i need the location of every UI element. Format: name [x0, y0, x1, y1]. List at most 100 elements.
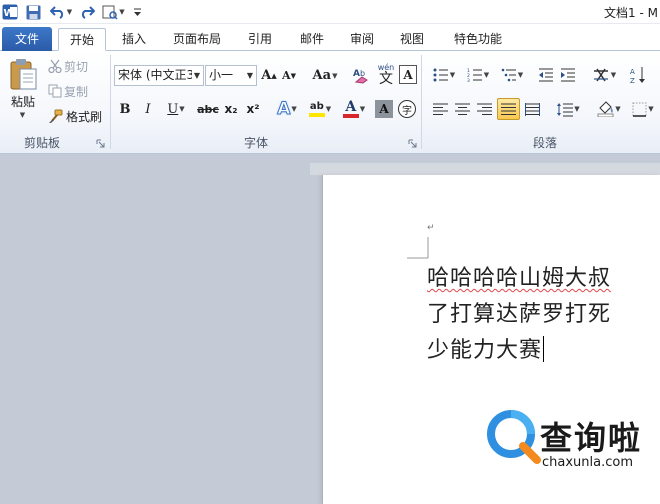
increase-indent-button[interactable]	[558, 65, 578, 85]
font-size-combo[interactable]: 小一 ▼	[205, 65, 257, 86]
document-line-2[interactable]: 了打算达萨罗打死	[427, 296, 611, 328]
align-center-button[interactable]	[452, 99, 472, 119]
watermark: 查询啦 chaxunla.com	[485, 405, 660, 475]
subscript-button[interactable]: x₂	[221, 99, 241, 119]
enclose-characters-button[interactable]: 字	[398, 100, 416, 118]
ribbon: 粘贴 ▼ 剪切 复制 格式刷 剪贴板 宋体 (中文正3 ▼ 小一 ▼ A ▲ A ▼…	[0, 51, 660, 154]
numbering-button[interactable]: 1 2 3 ▼	[462, 65, 494, 85]
window-title: 文档1 - M	[604, 6, 658, 20]
borders-button[interactable]: ▼	[628, 98, 658, 120]
paragraph-mark-icon: ↵	[427, 223, 435, 233]
svg-text:W: W	[4, 8, 15, 19]
clear-formatting-button[interactable]: Ab	[351, 63, 371, 87]
multilevel-list-button[interactable]: ▼	[496, 65, 528, 85]
highlight-glyph: ab	[308, 101, 325, 117]
highlight-label: ab	[309, 101, 324, 112]
change-case-label: Aa	[312, 68, 332, 83]
word-app-icon[interactable]: W	[1, 2, 19, 22]
line-spacing-button[interactable]: ▼	[553, 98, 583, 120]
text-effects-label: A	[277, 99, 291, 120]
tab-page-layout[interactable]: 页面布局	[166, 28, 228, 51]
font-color-label: A	[345, 99, 357, 115]
print-dropdown-icon[interactable]: ▼	[119, 8, 124, 16]
bullets-button[interactable]: ▼	[428, 65, 460, 85]
chinese-layout-button[interactable]: ▼	[588, 64, 620, 86]
tab-file[interactable]: 文件	[2, 27, 52, 51]
save-icon[interactable]	[24, 2, 42, 22]
cut-button[interactable]: 剪切	[64, 57, 88, 75]
svg-text:3: 3	[467, 78, 470, 82]
document-line-1-text: 哈哈哈哈山姆大叔	[427, 266, 612, 291]
shrink-font-label: A	[282, 69, 291, 82]
copy-button[interactable]: 复制	[64, 82, 88, 100]
distributed-button[interactable]	[522, 99, 542, 119]
tab-references[interactable]: 引用	[240, 28, 280, 51]
character-border-button[interactable]: A	[399, 65, 417, 84]
tab-special-features[interactable]: 特色功能	[446, 28, 510, 51]
undo-dropdown-icon[interactable]: ▼	[67, 8, 72, 16]
clipboard-launcher-icon[interactable]	[96, 137, 105, 148]
paste-icon[interactable]	[6, 55, 40, 95]
multilevel-list-dropdown-icon: ▼	[517, 71, 524, 79]
svg-text:Z: Z	[630, 77, 635, 84]
tab-home[interactable]: 开始	[58, 28, 106, 51]
italic-button[interactable]: I	[139, 99, 157, 119]
customize-quick-access-icon[interactable]	[131, 2, 143, 22]
change-case-button[interactable]: Aa ▼	[310, 65, 340, 86]
document-line-1[interactable]: 哈哈哈哈山姆大叔	[427, 260, 611, 292]
numbering-dropdown-icon: ▼	[483, 71, 490, 79]
bold-button[interactable]: B	[116, 99, 134, 119]
align-right-button[interactable]	[474, 99, 494, 119]
tab-mailings[interactable]: 邮件	[292, 28, 332, 51]
document-line-3-text: 少能力大赛	[427, 338, 543, 363]
group-divider	[110, 55, 111, 149]
cut-icon[interactable]	[46, 57, 64, 75]
print-preview-button[interactable]: ▼	[100, 2, 126, 22]
enclose-characters-label: 字	[402, 105, 412, 117]
underline-button[interactable]: U ▼	[162, 99, 190, 119]
redo-button[interactable]	[78, 2, 96, 22]
grow-font-button[interactable]: A ▲	[260, 65, 278, 86]
font-name-combo[interactable]: 宋体 (中文正3 ▼	[114, 65, 204, 86]
format-painter-icon[interactable]	[46, 107, 64, 125]
font-name-dropdown-icon[interactable]: ▼	[194, 66, 200, 85]
tab-view[interactable]: 视图	[392, 28, 432, 51]
paste-dropdown-icon[interactable]: ▼	[16, 109, 28, 121]
undo-button[interactable]: ▼	[46, 2, 76, 22]
change-case-dropdown-icon: ▼	[332, 71, 338, 80]
highlight-button[interactable]: ab ▼	[305, 97, 335, 121]
tab-insert[interactable]: 插入	[114, 28, 154, 51]
text-effects-button[interactable]: A ▼	[274, 98, 300, 120]
font-name-value: 宋体 (中文正3	[118, 68, 192, 82]
superscript-button[interactable]: x²	[243, 99, 263, 119]
copy-icon[interactable]	[46, 82, 64, 100]
highlight-dropdown-icon: ▼	[325, 105, 332, 113]
shrink-font-button[interactable]: A ▼	[280, 65, 298, 86]
align-left-button[interactable]	[430, 99, 450, 119]
format-painter-button[interactable]: 格式刷	[66, 107, 102, 125]
document-area[interactable]: ↵ 哈哈哈哈山姆大叔 了打算达萨罗打死 少能力大赛 查询啦 chaxunla.c…	[0, 155, 660, 504]
decrease-indent-button[interactable]	[536, 65, 556, 85]
document-line-3[interactable]: 少能力大赛	[427, 332, 545, 364]
font-size-value: 小一	[209, 68, 234, 82]
font-size-dropdown-icon[interactable]: ▼	[247, 66, 253, 85]
bullets-dropdown-icon: ▼	[449, 71, 456, 79]
text-effects-dropdown-icon: ▼	[291, 105, 297, 113]
strikethrough-button[interactable]: abc	[196, 99, 220, 119]
font-color-button[interactable]: A ▼	[339, 97, 369, 121]
shading-button[interactable]: ▼	[594, 98, 624, 120]
clipboard-group-label: 剪贴板	[24, 136, 61, 150]
phonetic-guide-button[interactable]: wén 文	[375, 62, 397, 88]
margin-corner-mark	[407, 237, 429, 259]
character-shading-button[interactable]: A	[375, 100, 393, 118]
sort-button[interactable]: AZ	[628, 64, 650, 86]
superscript-label: x²	[246, 102, 260, 116]
font-launcher-icon[interactable]	[408, 137, 417, 148]
document-page[interactable]: ↵ 哈哈哈哈山姆大叔 了打算达萨罗打死 少能力大赛 查询啦 chaxunla.c…	[323, 175, 660, 504]
subscript-label: x₂	[224, 102, 238, 116]
justify-button[interactable]	[497, 98, 520, 120]
tab-review[interactable]: 审阅	[342, 28, 382, 51]
watermark-logo-icon	[487, 410, 541, 464]
line-spacing-dropdown-icon: ▼	[574, 105, 580, 113]
paste-button[interactable]: 粘贴	[8, 93, 38, 109]
